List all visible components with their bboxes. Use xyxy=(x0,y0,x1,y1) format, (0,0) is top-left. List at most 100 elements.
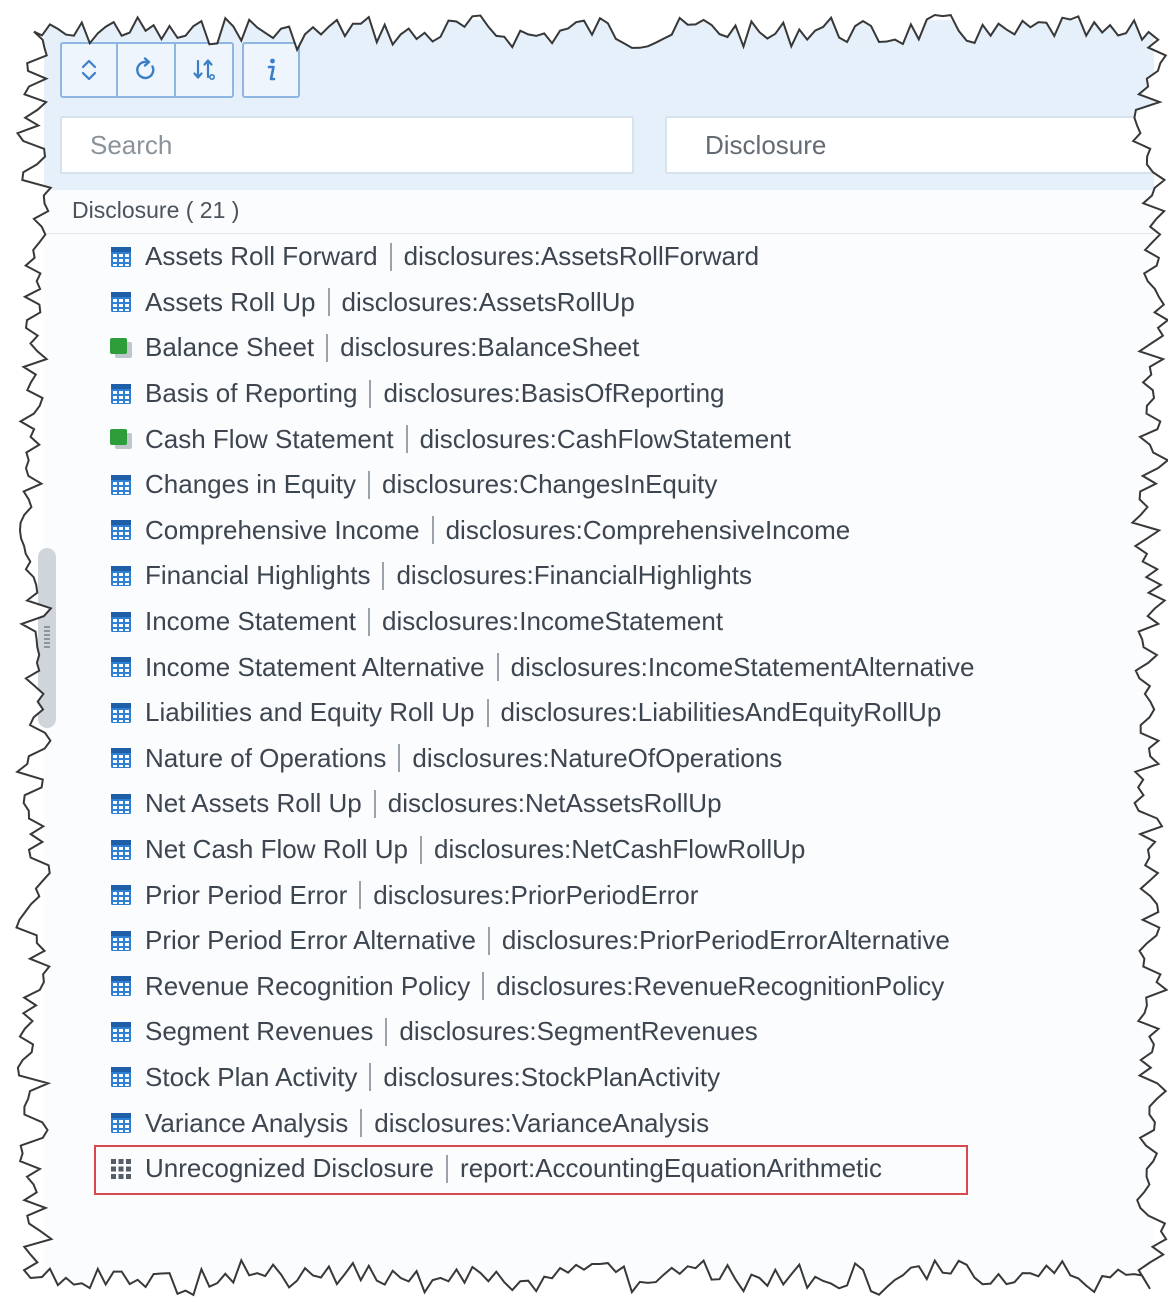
screenshot-frame: Disclosure Disclosure ( 21 ) Assets Roll… xyxy=(0,0,1168,1302)
table-icon xyxy=(111,565,131,586)
item-id: disclosures:BasisOfReporting xyxy=(383,378,725,409)
table-icon xyxy=(111,1113,131,1134)
list-item[interactable]: Net Assets Roll Up disclosures:NetAssetsR… xyxy=(108,781,975,827)
list-item[interactable]: Changes in Equity disclosures:ChangesInEq… xyxy=(108,462,975,508)
search-input[interactable] xyxy=(60,116,634,174)
table-icon xyxy=(111,1021,131,1042)
list-item[interactable]: Nature of Operations disclosures:NatureOf… xyxy=(108,736,975,782)
item-id: disclosures:NetAssetsRollUp xyxy=(387,788,722,819)
item-name: Stock Plan Activity xyxy=(145,1061,358,1092)
separator xyxy=(389,242,392,271)
item-name: Nature of Operations xyxy=(145,742,387,773)
separator xyxy=(482,972,485,1001)
sort-icon xyxy=(193,59,215,80)
item-name: Comprehensive Income xyxy=(145,514,420,545)
table-icon xyxy=(111,246,131,267)
item-name: Financial Highlights xyxy=(145,560,371,591)
item-name: Revenue Recognition Policy xyxy=(145,970,471,1001)
info-icon xyxy=(267,58,276,81)
item-id: disclosures:NatureOfOperations xyxy=(412,742,783,773)
separator xyxy=(382,561,385,590)
list-item[interactable]: Income Statement Alternative disclosures:… xyxy=(108,644,975,690)
item-name: Changes in Equity xyxy=(145,469,357,500)
table-icon xyxy=(111,292,131,313)
list-item[interactable]: Basis of Reporting disclosures:BasisOfRep… xyxy=(108,371,975,417)
list-item[interactable]: Revenue Recognition Policy disclosures:Re… xyxy=(108,964,975,1010)
table-icon xyxy=(111,520,131,541)
item-id: disclosures:AssetsRollForward xyxy=(403,241,760,272)
list-item[interactable]: Prior Period Error Alternative disclosure… xyxy=(108,918,975,964)
list-item[interactable]: Cash Flow Statement disclosures:CashFlowS… xyxy=(108,416,975,462)
item-id: disclosures:PriorPeriodError xyxy=(373,879,699,910)
table-icon xyxy=(111,839,131,860)
highlight-annotation xyxy=(94,1145,968,1195)
table-icon xyxy=(111,930,131,951)
item-id: disclosures:NetCashFlowRollUp xyxy=(433,834,806,865)
item-name: Prior Period Error Alternative xyxy=(145,925,476,956)
separator xyxy=(368,607,370,636)
item-name: Net Cash Flow Roll Up xyxy=(145,834,408,865)
separator xyxy=(486,698,489,727)
item-name: Liabilities and Equity Roll Up xyxy=(145,697,475,728)
list-item[interactable]: Net Cash Flow Roll Up disclosures:NetCash… xyxy=(108,827,975,873)
table-icon xyxy=(111,885,131,906)
sort-button[interactable] xyxy=(176,42,234,98)
item-id: disclosures:StockPlanActivity xyxy=(383,1061,721,1092)
table-icon xyxy=(111,657,131,678)
separator xyxy=(359,881,362,910)
table-icon xyxy=(111,702,131,723)
expand-collapse-button[interactable] xyxy=(60,42,118,98)
separator xyxy=(368,470,371,499)
list-item[interactable]: Segment Revenues disclosures:SegmentReven… xyxy=(108,1009,975,1055)
item-name: Basis of Reporting xyxy=(145,378,358,409)
item-id: disclosures:LiabilitiesAndEquityRollUp xyxy=(500,697,942,728)
table-icon xyxy=(111,793,131,814)
list-item[interactable]: Income Statement disclosures:IncomeStatem… xyxy=(108,599,975,645)
separator xyxy=(496,653,499,682)
table-icon xyxy=(111,474,131,495)
list-item[interactable]: Variance Analysis disclosures:VarianceAna… xyxy=(108,1100,975,1146)
item-name: Balance Sheet xyxy=(145,332,315,363)
item-name: Assets Roll Up xyxy=(145,286,316,317)
list-item[interactable]: Liabilities and Equity Roll Up disclosure… xyxy=(108,690,975,736)
item-name: Income Statement xyxy=(145,606,356,637)
item-id: disclosures:AssetsRollUp xyxy=(341,286,635,317)
list-item[interactable]: Comprehensive Income disclosures:Comprehe… xyxy=(108,508,975,554)
list-item[interactable]: Balance Sheet disclosures:BalanceSheet xyxy=(108,325,975,371)
list-item[interactable]: Prior Period Error disclosures:PriorPerio… xyxy=(108,872,975,918)
item-name: Prior Period Error xyxy=(145,879,348,910)
item-name: Assets Roll Forward xyxy=(145,241,378,272)
item-id: disclosures:SegmentRevenues xyxy=(399,1016,758,1047)
item-name: Cash Flow Statement xyxy=(145,423,394,454)
splitter-handle[interactable] xyxy=(38,548,56,728)
list-item[interactable]: Assets Roll Up disclosures:AssetsRollUp xyxy=(108,280,975,326)
separator xyxy=(327,288,330,317)
item-id: disclosures:RevenueRecognitionPolicy xyxy=(496,970,945,1001)
grip-icon xyxy=(44,626,50,650)
separator xyxy=(369,1063,372,1092)
separator xyxy=(360,1109,363,1138)
refresh-button[interactable] xyxy=(118,42,176,98)
filter-select[interactable]: Disclosure xyxy=(665,116,1165,174)
separator xyxy=(373,789,376,818)
list-item[interactable]: Assets Roll Forward disclosures:AssetsRol… xyxy=(108,234,975,280)
separator xyxy=(419,835,422,864)
expand-collapse-icon xyxy=(81,59,97,81)
list-item[interactable]: Stock Plan Activity disclosures:StockPlan… xyxy=(108,1055,975,1101)
item-id: disclosures:PriorPeriodErrorAlternative xyxy=(501,925,950,956)
table-icon xyxy=(111,1067,131,1088)
group-header: Disclosure ( 21 ) xyxy=(72,197,240,223)
item-id: disclosures:FinancialHighlights xyxy=(396,560,752,591)
separator xyxy=(326,333,329,362)
item-id: disclosures:BalanceSheet xyxy=(340,332,640,363)
item-name: Income Statement Alternative xyxy=(145,651,485,682)
statement-icon xyxy=(110,429,132,450)
item-name: Net Assets Roll Up xyxy=(145,788,362,819)
separator xyxy=(487,926,490,955)
toolbar xyxy=(60,42,300,98)
list-item[interactable]: Financial Highlights disclosures:Financia… xyxy=(108,553,975,599)
info-button[interactable] xyxy=(242,42,300,98)
statement-icon xyxy=(110,337,132,358)
item-id: disclosures:VarianceAnalysis xyxy=(374,1107,710,1138)
separator xyxy=(431,516,434,545)
